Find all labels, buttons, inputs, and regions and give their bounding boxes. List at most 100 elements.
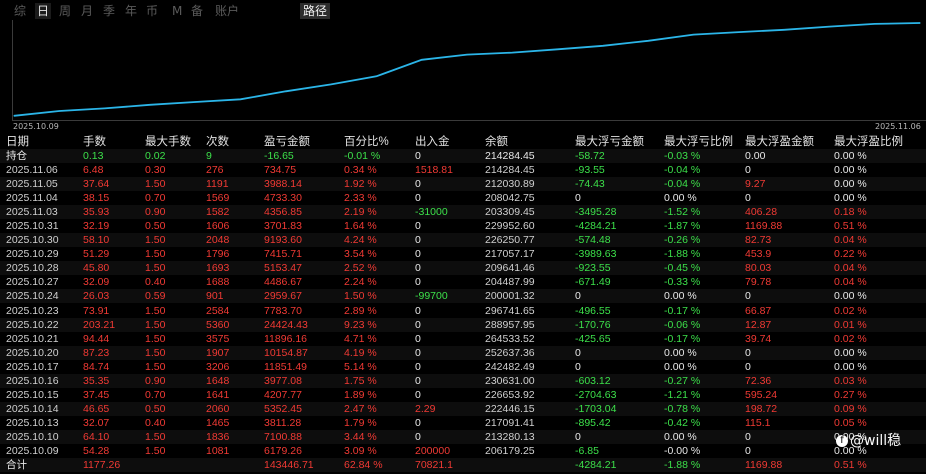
table-cell: 4.19 % (344, 346, 377, 359)
table-row[interactable]: 2025.10.29 51.29 1.50 1796 7415.71 3.54 % 0 217… (0, 247, 926, 261)
table-cell: 1606 (206, 220, 230, 233)
table-cell: 9.27 (745, 178, 766, 191)
table-cell: 1.92 % (344, 178, 377, 191)
table-cell: 2.29 (415, 402, 436, 415)
table-row[interactable]: 2025.10.30 58.10 1.50 2048 9193.60 4.24 % 0 226… (0, 233, 926, 248)
table-cell: 9.23 % (344, 318, 377, 331)
tab-year[interactable]: 年 (125, 3, 137, 19)
table-cell: 1.64 % (344, 220, 377, 233)
tab-quarter[interactable]: 季 (103, 3, 115, 19)
table-cell: 0 (745, 430, 751, 443)
table-cell: 0 (745, 445, 751, 457)
table-cell: 0 (415, 318, 421, 331)
table-cell: 0 (745, 360, 751, 373)
table-row[interactable]: 2025.10.17 84.74 1.50 3206 11851.49 5.14 % 0 24… (0, 360, 926, 374)
table-cell: 1169.88 (745, 459, 783, 472)
tab-currency[interactable]: 币 (146, 3, 158, 19)
column-header[interactable]: 出入金 (415, 135, 450, 149)
column-header[interactable]: 百分比% (344, 135, 389, 149)
tab-m[interactable]: M (172, 3, 182, 19)
table-row[interactable]: 2025.10.31 32.19 0.50 1606 3701.83 1.64 % 0 229… (0, 219, 926, 233)
table-cell: 213280.13 (485, 430, 535, 443)
column-header[interactable]: 最大浮盈金额 (745, 135, 814, 149)
table-cell: 35.93 (83, 206, 110, 219)
table-cell: 0 (415, 416, 421, 429)
table-row[interactable]: 2025.11.05 37.64 1.50 1191 3988.14 1.92 % 0 212… (0, 177, 926, 192)
table-cell: 58.10 (83, 234, 110, 247)
table-cell: 11896.16 (264, 332, 308, 345)
table-cell: 7783.70 (264, 304, 302, 317)
table-row[interactable]: 2025.10.16 35.35 0.90 1648 3977.08 1.75 % 0 230… (0, 373, 926, 388)
tab-overview[interactable]: 综 (14, 3, 26, 19)
table-cell: 212030.89 (485, 178, 535, 191)
table-row[interactable]: 2025.10.09 54.28 1.50 1081 6179.26 3.09 % 2000… (0, 444, 926, 458)
table-cell: -603.12 (575, 374, 611, 387)
table-cell: 5360 (206, 318, 230, 331)
table-cell: -31000 (415, 206, 448, 219)
table-cell: -0.06 % (664, 318, 701, 331)
table-cell: 3977.08 (264, 374, 302, 387)
table-cell: 2025.10.27 (6, 276, 59, 289)
table-cell: -58.72 (575, 150, 605, 162)
table-cell: 持仓 (6, 150, 27, 162)
social-logo-icon: f (836, 435, 848, 447)
column-header[interactable]: 最大浮亏比例 (664, 135, 733, 149)
column-header[interactable]: 盈亏金额 (264, 135, 310, 149)
table-row[interactable]: 2025.10.23 73.91 1.50 2584 7783.70 2.89 % 0 296… (0, 304, 926, 318)
table-cell: 0.00 % (664, 346, 697, 359)
table-row[interactable]: 2025.10.15 37.45 0.70 1641 4207.77 1.89 % 0 226… (0, 388, 926, 402)
table-cell: 37.64 (83, 178, 110, 191)
table-cell: 2025.11.05 (6, 178, 58, 191)
tab-week[interactable]: 周 (59, 3, 71, 19)
table-cell: 2959.67 (264, 290, 302, 303)
table-row[interactable]: 2025.10.14 46.65 0.50 2060 5352.45 2.47 % 2.29… (0, 401, 926, 416)
tab-path[interactable]: 路径 (300, 3, 331, 19)
table-row[interactable]: 2025.10.22 203.21 1.50 5360 24424.43 9.23 % 0 2… (0, 317, 926, 332)
table-cell: 0.18 % (834, 206, 867, 219)
table-cell: -3989.63 (575, 248, 617, 261)
table-cell: 1693 (206, 262, 230, 275)
table-cell: 0 (415, 276, 421, 289)
equity-point (919, 22, 921, 24)
column-header[interactable]: 最大手数 (145, 135, 191, 149)
table-cell: 252637.36 (485, 346, 535, 359)
tab-account[interactable]: 账户 (215, 3, 239, 19)
tab-note[interactable]: 备 (191, 3, 203, 19)
column-header[interactable]: 日期 (6, 135, 29, 149)
table-row[interactable]: 2025.10.13 32.07 0.40 1465 3811.28 1.79 % 0 217… (0, 416, 926, 430)
table-cell: 26.03 (83, 290, 110, 303)
table-cell: -0.00 % (664, 445, 701, 457)
column-header[interactable]: 次数 (206, 135, 229, 149)
table-cell: 0 (415, 304, 421, 317)
table-cell: -93.55 (575, 164, 605, 176)
tab-day[interactable]: 日 (35, 3, 52, 19)
table-cell: 80.03 (745, 262, 772, 275)
table-row[interactable]: 2025.11.03 35.93 0.90 1582 4356.85 2.19 % -310… (0, 205, 926, 220)
table-cell: 2025.10.21 (6, 332, 59, 345)
column-header[interactable]: 最大浮盈比例 (834, 135, 903, 149)
table-row[interactable]: 2025.10.24 26.03 0.59 901 2959.67 1.50 % -9970… (0, 289, 926, 304)
table-cell: 0.02 (145, 150, 166, 162)
table-cell: 0.50 (145, 402, 166, 415)
watermark-text: @will稳 (850, 433, 902, 449)
column-header[interactable]: 手数 (83, 135, 106, 149)
column-header[interactable]: 最大浮亏金额 (575, 135, 644, 149)
table-row[interactable]: 2025.10.21 94.44 1.50 3575 11896.16 4.71 % 0 26… (0, 332, 926, 346)
table-cell: 0 (745, 290, 751, 303)
tab-month[interactable]: 月 (81, 3, 93, 19)
table-row[interactable]: 2025.11.04 38.15 0.70 1569 4733.30 2.33 % 0 208… (0, 191, 926, 205)
table-cell: 4207.77 (264, 388, 302, 401)
table-row[interactable]: 2025.10.27 32.09 0.40 1688 4486.67 2.24 % 0 204… (0, 275, 926, 289)
table-row[interactable]: 2025.10.28 45.80 1.50 1693 5153.47 2.52 % 0 209… (0, 261, 926, 276)
table-cell: 合计 (6, 459, 27, 472)
table-row[interactable]: 2025.10.10 64.10 1.50 1836 7100.88 3.44 % 0 213… (0, 429, 926, 444)
table-cell: 0.30 (145, 164, 166, 176)
table-row[interactable]: 2025.11.06 6.48 0.30 276 734.75 0.34 % 1518.81… (0, 163, 926, 177)
table-row[interactable]: 2025.10.20 87.23 1.50 1907 10154.87 4.19 % 0 25… (0, 345, 926, 360)
table-cell: -0.45 % (664, 262, 701, 275)
table-cell: 35.35 (83, 374, 110, 387)
equity-point (602, 45, 604, 47)
column-header[interactable]: 余额 (485, 135, 508, 149)
equity-point (421, 59, 423, 61)
table-cell: 0 (415, 374, 421, 387)
